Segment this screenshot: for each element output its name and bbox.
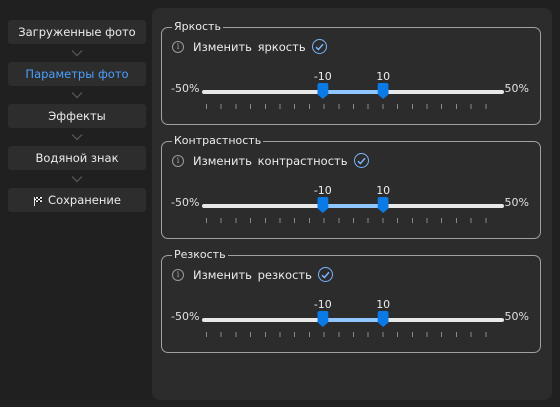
wizard-sidebar: Загруженные фото Параметры фото Эффекты … xyxy=(8,20,146,212)
chevron-down-icon xyxy=(8,44,146,62)
info-icon[interactable]: i xyxy=(172,268,184,281)
slider-max-label: 50% xyxy=(504,196,529,209)
slider-low-handle[interactable] xyxy=(317,197,329,213)
chevron-down-icon xyxy=(8,86,146,104)
check-icon[interactable] xyxy=(317,267,333,282)
slider-low-handle[interactable] xyxy=(317,311,329,327)
step-label: Загруженные фото xyxy=(18,25,136,39)
chevron-down-icon xyxy=(8,170,146,188)
photo-parameters-panel: Яркость i Изменить яркость -50% 50% -10 … xyxy=(152,8,552,400)
contrast-range-slider[interactable] xyxy=(202,197,504,213)
low-value-label: -10 xyxy=(313,184,332,197)
step-label: Водяной знак xyxy=(35,151,119,165)
slider-high-handle[interactable] xyxy=(377,311,389,327)
step-uploaded-photos[interactable]: Загруженные фото xyxy=(8,20,146,44)
slider-min-label: -50% xyxy=(171,82,200,95)
brightness-group: Яркость i Изменить яркость -50% 50% -10 … xyxy=(161,20,541,125)
slider-low-handle[interactable] xyxy=(317,83,329,99)
change-brightness-checkbox-row[interactable]: i Изменить яркость xyxy=(172,39,327,54)
low-value-label: -10 xyxy=(313,70,332,83)
change-sharpness-label[interactable]: Изменить резкость xyxy=(193,268,312,282)
slider-min-label: -50% xyxy=(171,310,200,323)
contrast-group: Контрастность i Изменить контрастность -… xyxy=(161,134,541,239)
slider-high-handle[interactable] xyxy=(377,197,389,213)
step-effects[interactable]: Эффекты xyxy=(8,104,146,128)
slider-ticks xyxy=(206,332,500,337)
sharpness-range-slider[interactable] xyxy=(202,311,504,327)
slider-ticks xyxy=(206,104,500,109)
slider-high-handle[interactable] xyxy=(377,83,389,99)
slider-max-label: 50% xyxy=(504,82,529,95)
step-label: Эффекты xyxy=(48,109,106,123)
info-icon[interactable]: i xyxy=(172,154,184,167)
checkered-flag-icon xyxy=(33,195,43,206)
brightness-range-slider[interactable] xyxy=(202,83,504,99)
step-photo-parameters[interactable]: Параметры фото xyxy=(8,62,146,86)
low-value-label: -10 xyxy=(313,298,332,311)
step-label: Сохранение xyxy=(48,193,121,207)
change-contrast-checkbox-row[interactable]: i Изменить контрастность xyxy=(172,153,369,168)
slider-range-fill xyxy=(322,90,384,94)
check-icon[interactable] xyxy=(353,153,369,168)
change-brightness-label[interactable]: Изменить яркость xyxy=(193,40,306,54)
high-value-label: 10 xyxy=(376,70,391,83)
brightness-group-title: Яркость xyxy=(172,20,223,34)
high-value-label: 10 xyxy=(376,184,391,197)
step-watermark[interactable]: Водяной знак xyxy=(8,146,146,170)
step-label: Параметры фото xyxy=(25,67,129,81)
high-value-label: 10 xyxy=(376,298,391,311)
slider-ticks xyxy=(206,218,500,223)
slider-min-label: -50% xyxy=(171,196,200,209)
sharpness-group: Резкость i Изменить резкость -50% 50% -1… xyxy=(161,248,541,353)
chevron-down-icon xyxy=(8,128,146,146)
change-sharpness-checkbox-row[interactable]: i Изменить резкость xyxy=(172,267,333,282)
sharpness-group-title: Резкость xyxy=(172,248,228,262)
step-save[interactable]: Сохранение xyxy=(8,188,146,212)
contrast-group-title: Контрастность xyxy=(172,134,264,148)
slider-range-fill xyxy=(322,318,384,322)
change-contrast-label[interactable]: Изменить контрастность xyxy=(193,154,348,168)
check-icon[interactable] xyxy=(311,39,327,54)
slider-max-label: 50% xyxy=(504,310,529,323)
info-icon[interactable]: i xyxy=(172,40,184,53)
slider-range-fill xyxy=(322,204,384,208)
